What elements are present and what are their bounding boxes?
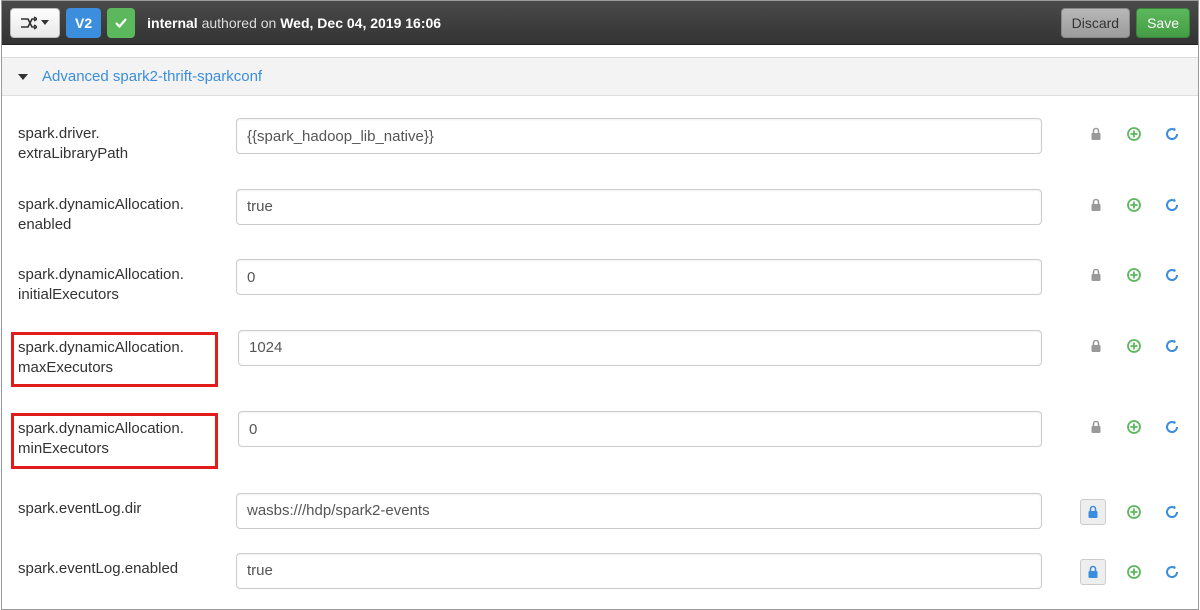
lock-icon[interactable]	[1086, 124, 1106, 144]
lock-icon[interactable]	[1086, 417, 1106, 437]
lock-icon[interactable]	[1086, 265, 1106, 285]
discard-button[interactable]: Discard	[1061, 8, 1130, 38]
lock-icon[interactable]	[1080, 499, 1106, 525]
property-list: spark.driver. extraLibraryPath spark.dyna…	[2, 96, 1198, 599]
refresh-icon[interactable]	[1162, 336, 1182, 356]
add-icon[interactable]	[1124, 124, 1144, 144]
property-input[interactable]	[236, 189, 1042, 225]
lock-icon[interactable]	[1086, 195, 1106, 215]
property-input[interactable]	[238, 411, 1042, 447]
refresh-icon[interactable]	[1162, 195, 1182, 215]
add-icon[interactable]	[1124, 336, 1144, 356]
author-info: internal authored on Wed, Dec 04, 2019 1…	[147, 15, 441, 31]
lock-icon[interactable]	[1086, 336, 1106, 356]
refresh-icon[interactable]	[1162, 265, 1182, 285]
chevron-down-icon	[41, 20, 49, 25]
property-input[interactable]	[238, 330, 1042, 366]
confirm-check-button[interactable]	[107, 8, 135, 38]
top-toolbar: V2 internal authored on Wed, Dec 04, 201…	[2, 1, 1198, 45]
lock-icon[interactable]	[1080, 559, 1106, 585]
property-label: spark.driver. extraLibraryPath	[18, 118, 216, 165]
property-row: spark.dynamicAllocation. initialExecutor…	[2, 245, 1198, 316]
property-row: spark.driver. extraLibraryPath	[2, 104, 1198, 175]
add-icon[interactable]	[1124, 195, 1144, 215]
property-label: spark.dynamicAllocation. enabled	[18, 189, 216, 236]
property-row: spark.eventLog.enabled	[2, 539, 1198, 599]
row-actions	[1062, 189, 1182, 215]
refresh-icon[interactable]	[1162, 417, 1182, 437]
chevron-down-icon	[18, 74, 28, 80]
compare-versions-button[interactable]	[10, 8, 60, 38]
property-label: spark.dynamicAllocation. minExecutors	[11, 413, 218, 469]
check-icon	[114, 16, 128, 30]
row-actions	[1062, 118, 1182, 144]
property-row: spark.dynamicAllocation. minExecutors	[2, 397, 1198, 479]
property-input[interactable]	[236, 553, 1042, 589]
property-row: spark.dynamicAllocation. enabled	[2, 175, 1198, 246]
refresh-icon[interactable]	[1162, 502, 1182, 522]
save-button[interactable]: Save	[1136, 8, 1190, 38]
section-header[interactable]: Advanced spark2-thrift-sparkconf	[2, 57, 1198, 96]
row-actions	[1062, 259, 1182, 285]
section-title[interactable]: Advanced spark2-thrift-sparkconf	[42, 68, 262, 85]
property-label: spark.dynamicAllocation. initialExecutor…	[18, 259, 216, 306]
add-icon[interactable]	[1124, 265, 1144, 285]
row-actions	[1062, 330, 1182, 356]
property-row: spark.eventLog.dir	[2, 479, 1198, 539]
shuffle-icon	[21, 16, 37, 30]
add-icon[interactable]	[1124, 502, 1144, 522]
add-icon[interactable]	[1124, 417, 1144, 437]
property-label: spark.eventLog.dir	[18, 493, 216, 519]
row-actions	[1062, 493, 1182, 525]
row-actions	[1062, 553, 1182, 585]
property-input[interactable]	[236, 259, 1042, 295]
refresh-icon[interactable]	[1162, 124, 1182, 144]
property-input[interactable]	[236, 493, 1042, 529]
add-icon[interactable]	[1124, 562, 1144, 582]
version-badge[interactable]: V2	[66, 8, 101, 38]
property-row: spark.dynamicAllocation. maxExecutors	[2, 316, 1198, 398]
row-actions	[1062, 411, 1182, 437]
property-label: spark.eventLog.enabled	[18, 553, 216, 579]
refresh-icon[interactable]	[1162, 562, 1182, 582]
property-input[interactable]	[236, 118, 1042, 154]
property-label: spark.dynamicAllocation. maxExecutors	[11, 332, 218, 388]
